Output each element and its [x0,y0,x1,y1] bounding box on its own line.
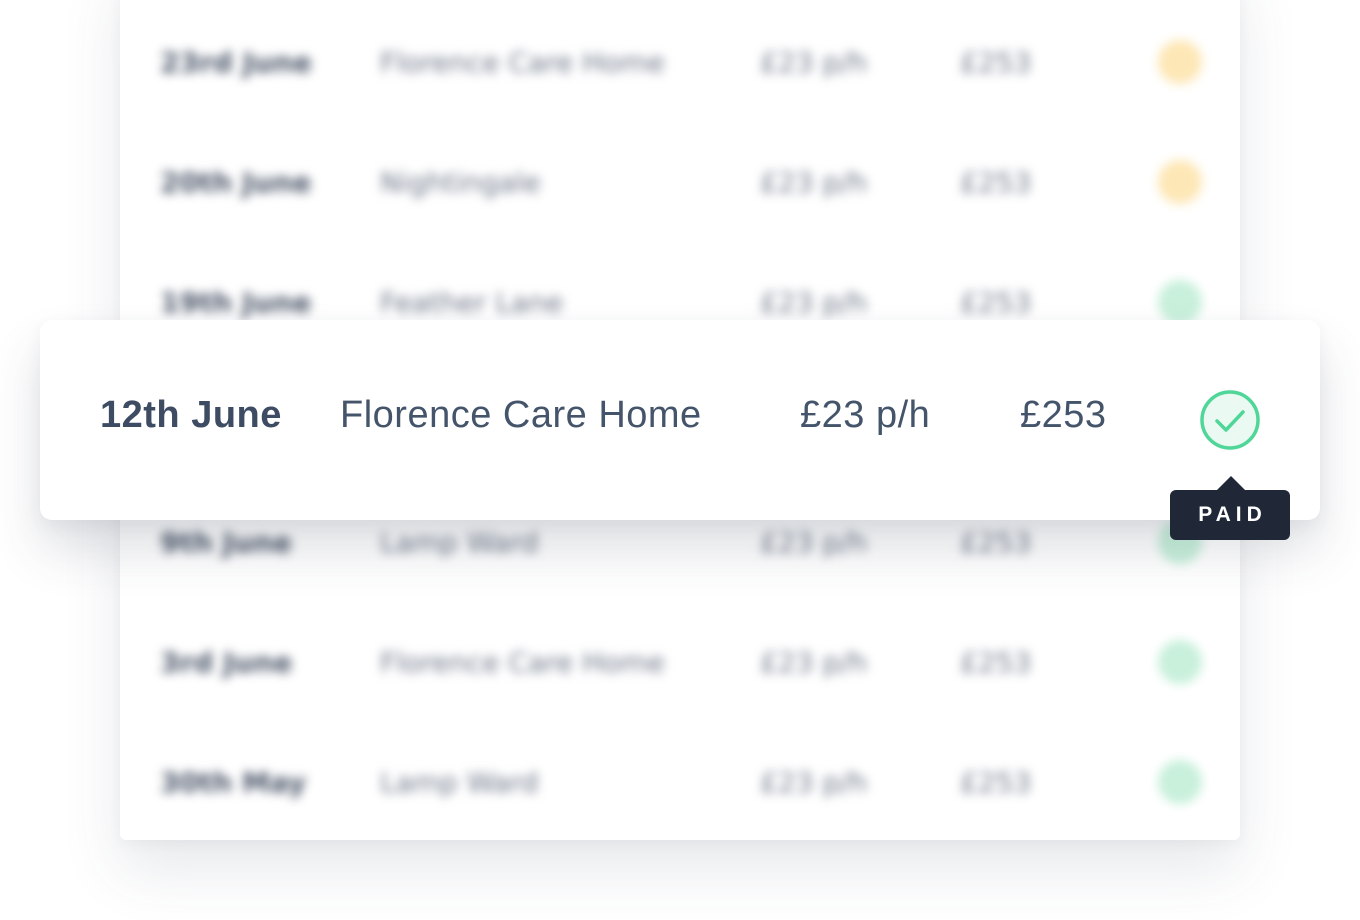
shift-date: 3rd June [160,646,293,679]
pending-status-icon[interactable] [1158,40,1202,84]
shift-total: £253 [960,766,1032,799]
shift-rate: £23 p/h [760,526,868,559]
list-item[interactable]: 3rd June Florence Care Home £23 p/h £253 [160,640,1220,684]
shift-date: 20th June [160,166,312,199]
shift-rate: £23 p/h [760,286,868,319]
shift-date: 12th June [100,394,282,436]
pending-status-icon[interactable] [1158,160,1202,204]
list-item[interactable]: 9th June Lamp Ward £23 p/h £253 [160,520,1220,564]
shift-rate: £23 p/h [760,766,868,799]
shift-total: £253 [960,46,1032,79]
shift-location: Florence Care Home [340,394,702,436]
paid-status-icon[interactable] [1158,280,1202,324]
paid-status-icon[interactable] [1158,760,1202,804]
shift-location: Florence Care Home [380,646,665,679]
shift-location: Lamp Ward [380,526,539,559]
shift-rate: £23 p/h [800,394,931,436]
highlighted-shift-row[interactable]: 12th June Florence Care Home £23 p/h £25… [40,320,1320,540]
shift-total: £253 [960,286,1032,319]
shift-total: £253 [960,166,1032,199]
list-item[interactable]: 30th May Lamp Ward £23 p/h £253 [160,760,1220,804]
check-circle-icon[interactable] [1200,390,1260,450]
shift-location: Feather Lane [380,286,564,319]
status-tooltip: PAID [1170,490,1290,540]
list-item[interactable]: 23rd June Florence Care Home £23 p/h £25… [160,40,1220,84]
shift-date: 9th June [160,526,292,559]
shift-total: £253 [1020,394,1107,436]
shift-location: Lamp Ward [380,766,539,799]
shift-total: £253 [960,646,1032,679]
paid-status-icon[interactable] [1158,640,1202,684]
shift-rate: £23 p/h [760,646,868,679]
timesheet-stage: 23rd June Florence Care Home £23 p/h £25… [0,0,1360,920]
list-item[interactable]: 19th June Feather Lane £23 p/h £253 [160,280,1220,324]
shift-date: 30th May [160,766,307,799]
shift-date: 19th June [160,286,312,319]
list-item[interactable]: 20th June Nightingale £23 p/h £253 [160,160,1220,204]
shift-rate: £23 p/h [760,166,868,199]
shift-location: Florence Care Home [380,46,665,79]
shift-date: 23rd June [160,46,312,79]
shift-location: Nightingale [380,166,541,199]
shift-total: £253 [960,526,1032,559]
tooltip-arrow [1217,476,1245,490]
shift-rate: £23 p/h [760,46,868,79]
